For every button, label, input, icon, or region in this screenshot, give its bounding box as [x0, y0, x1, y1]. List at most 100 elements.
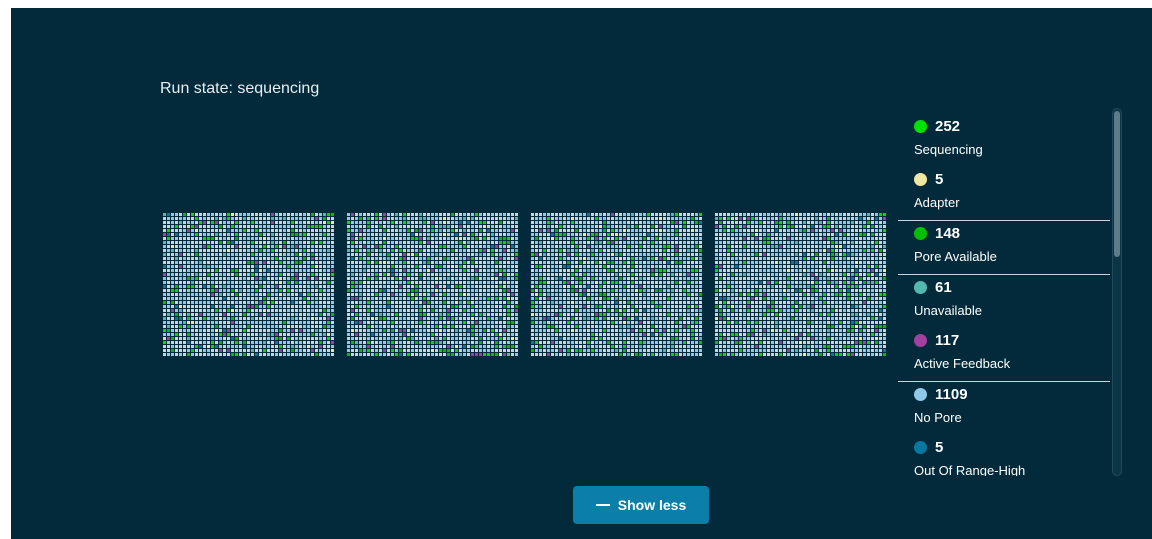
- channel-cell: [571, 345, 574, 348]
- channel-cell: [579, 277, 582, 280]
- channel-cell: [379, 321, 382, 324]
- channel-cell: [211, 325, 214, 328]
- channel-cell: [319, 329, 322, 332]
- channel-cell: [303, 221, 306, 224]
- channel-cell: [427, 333, 430, 336]
- channel-cell: [731, 229, 734, 232]
- channel-cell: [167, 349, 170, 352]
- channel-cell: [539, 229, 542, 232]
- channel-cell: [543, 305, 546, 308]
- channel-cell: [311, 349, 314, 352]
- channel-cell: [639, 233, 642, 236]
- channel-cell: [459, 233, 462, 236]
- channel-cell: [451, 269, 454, 272]
- channel-cell: [675, 213, 678, 216]
- channel-cell: [667, 285, 670, 288]
- channel-cell: [251, 349, 254, 352]
- channel-cell: [295, 273, 298, 276]
- channel-cell: [631, 345, 634, 348]
- channel-cell: [443, 257, 446, 260]
- channel-cell: [451, 345, 454, 348]
- channel-cell: [347, 233, 350, 236]
- channel-cell: [515, 337, 518, 340]
- channel-cell: [323, 337, 326, 340]
- channel-cell: [499, 293, 502, 296]
- channel-cell: [283, 249, 286, 252]
- channel-cell: [299, 229, 302, 232]
- channel-cell: [307, 337, 310, 340]
- channel-cell: [419, 321, 422, 324]
- channel-cell: [311, 313, 314, 316]
- channel-cell: [199, 229, 202, 232]
- channel-cell: [659, 321, 662, 324]
- channel-cell: [231, 325, 234, 328]
- channel-cell: [427, 253, 430, 256]
- channel-cell: [675, 281, 678, 284]
- channel-cell: [663, 341, 666, 344]
- channel-cell: [363, 345, 366, 348]
- channel-cell: [675, 261, 678, 264]
- channel-cell: [687, 321, 690, 324]
- channel-cell: [551, 245, 554, 248]
- channel-cell: [655, 353, 658, 356]
- channel-cell: [619, 237, 622, 240]
- channel-cell: [635, 225, 638, 228]
- channel-cell: [259, 273, 262, 276]
- channel-cell: [571, 233, 574, 236]
- channel-cell: [459, 345, 462, 348]
- channel-cell: [467, 265, 470, 268]
- channel-cell: [647, 237, 650, 240]
- channel-cell: [195, 349, 198, 352]
- channel-cell: [695, 273, 698, 276]
- channel-cell: [663, 265, 666, 268]
- channel-cell: [547, 349, 550, 352]
- channel-cell: [471, 341, 474, 344]
- channel-cell: [279, 317, 282, 320]
- channel-cell: [395, 353, 398, 356]
- channel-cell: [419, 261, 422, 264]
- channel-cell: [467, 213, 470, 216]
- channel-cell: [623, 297, 626, 300]
- channel-cell: [351, 281, 354, 284]
- channel-cell: [331, 285, 334, 288]
- channel-cell: [459, 221, 462, 224]
- channel-cell: [699, 281, 702, 284]
- channel-cell: [187, 325, 190, 328]
- channel-cell: [283, 317, 286, 320]
- channel-cell: [419, 329, 422, 332]
- channel-cell: [399, 225, 402, 228]
- channel-cell: [631, 337, 634, 340]
- channel-cell: [219, 317, 222, 320]
- channel-cell: [379, 325, 382, 328]
- channel-cell: [591, 293, 594, 296]
- channel-cell: [255, 313, 258, 316]
- channel-cell: [167, 261, 170, 264]
- channel-cell: [467, 281, 470, 284]
- channel-cell: [583, 221, 586, 224]
- channel-cell: [347, 277, 350, 280]
- channel-cell: [615, 261, 618, 264]
- channel-cell: [315, 313, 318, 316]
- channel-cell: [531, 269, 534, 272]
- channel-cell: [551, 257, 554, 260]
- channel-cell: [587, 229, 590, 232]
- channel-cell: [631, 241, 634, 244]
- channel-cell: [691, 337, 694, 340]
- channel-cell: [615, 309, 618, 312]
- channel-cell: [347, 349, 350, 352]
- channel-cell: [515, 297, 518, 300]
- channel-cell: [675, 269, 678, 272]
- channel-cell: [583, 293, 586, 296]
- channel-cell: [419, 309, 422, 312]
- channel-cell: [571, 293, 574, 296]
- channel-cell: [319, 261, 322, 264]
- channel-cell: [171, 285, 174, 288]
- channel-cell: [231, 221, 234, 224]
- channel-cell: [623, 233, 626, 236]
- channel-cell: [459, 309, 462, 312]
- channel-cell: [647, 321, 650, 324]
- channel-cell: [199, 249, 202, 252]
- channel-cell: [695, 337, 698, 340]
- channel-cell: [287, 273, 290, 276]
- channel-cell: [491, 245, 494, 248]
